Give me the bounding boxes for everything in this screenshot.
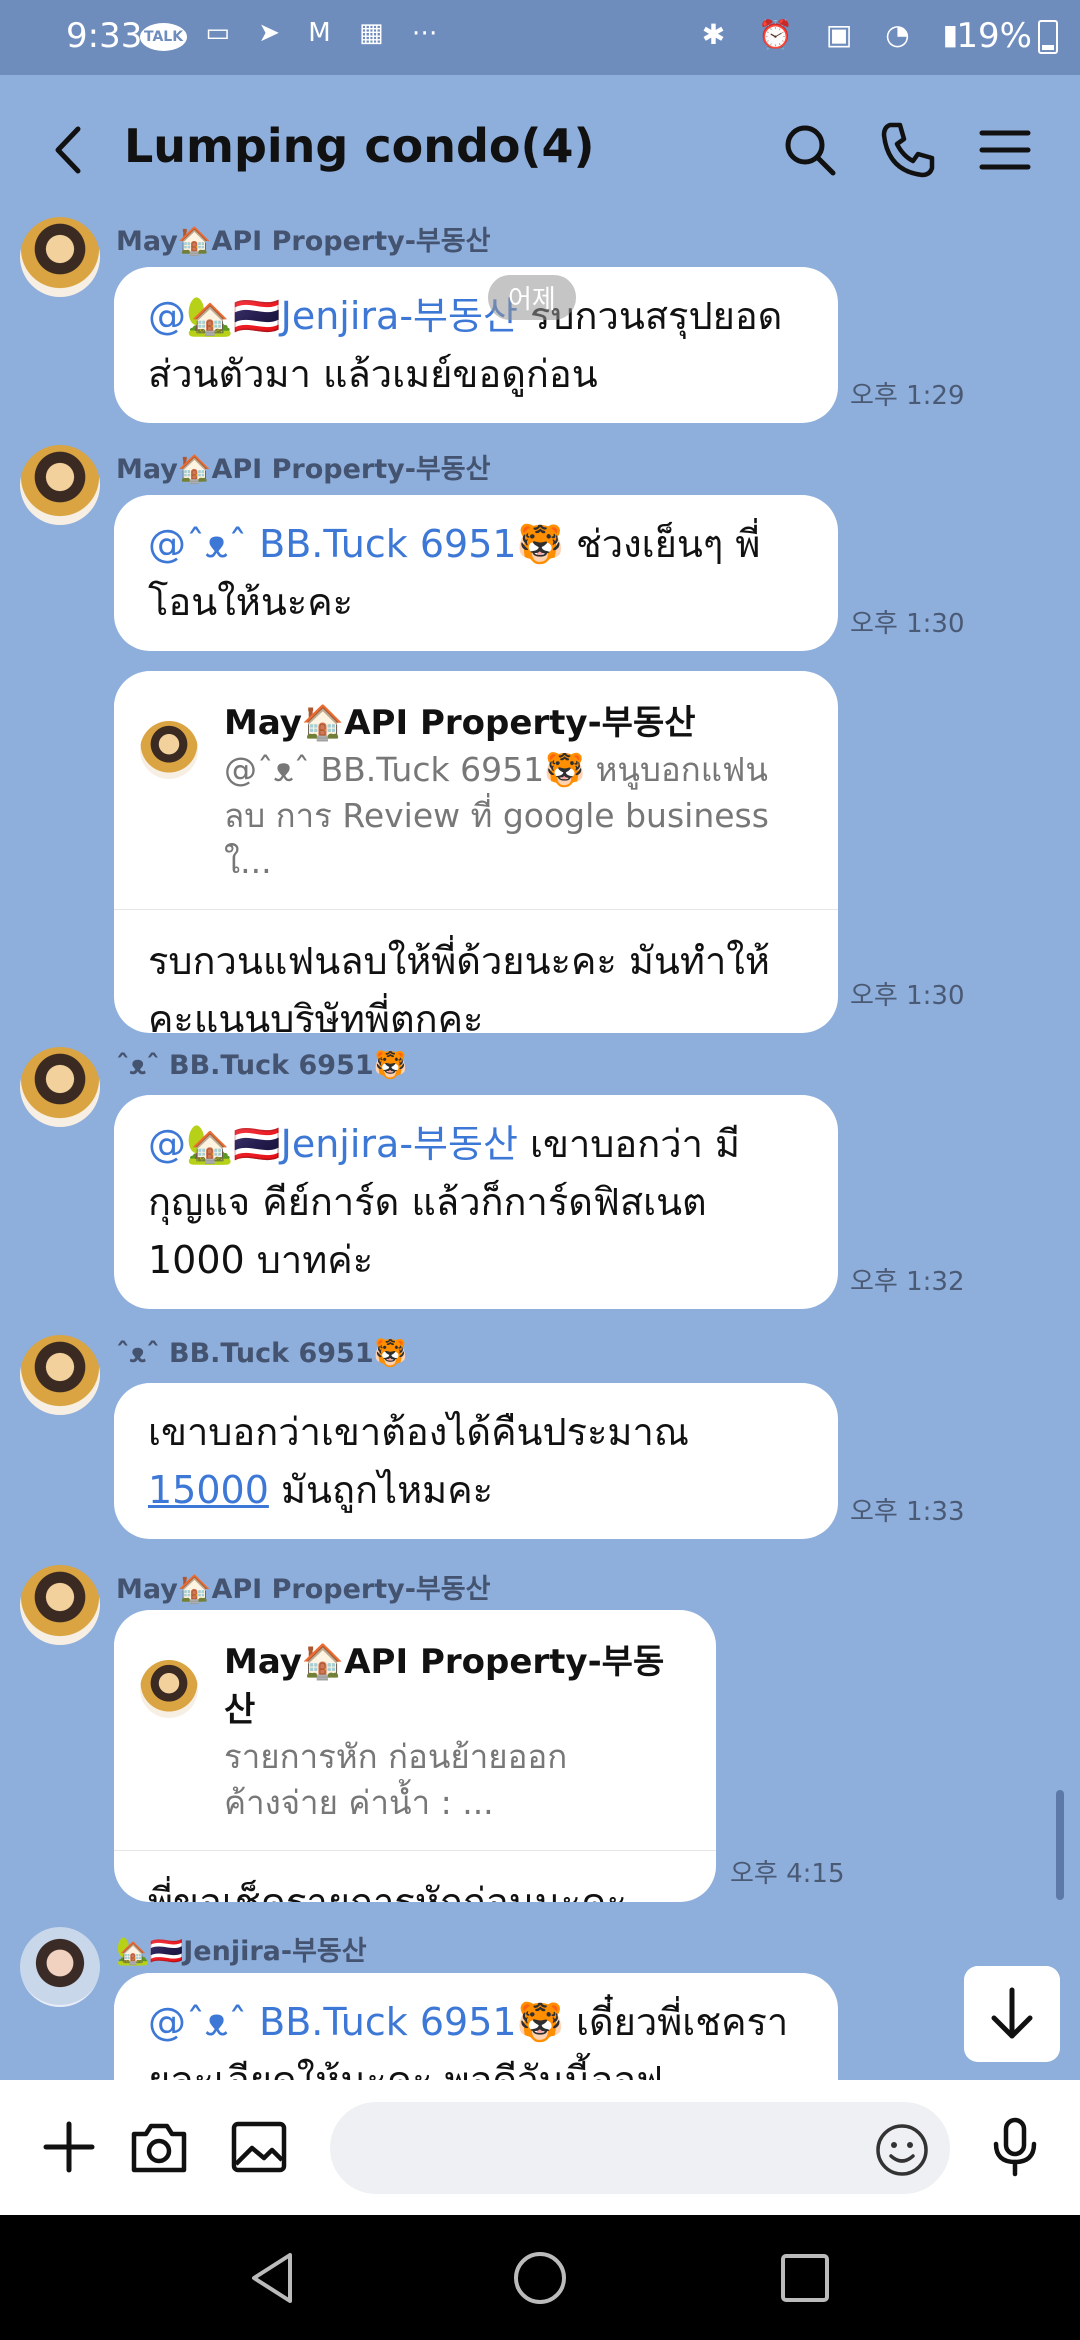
message-time: 오후 1:30 xyxy=(850,609,965,639)
phone-call-icon[interactable] xyxy=(872,115,942,185)
sender-name: May🏠API Property-부동산 xyxy=(116,1574,491,1605)
quoted-message[interactable]: May🏠API Property-부동산 รายการหัก ก่อนย้ายอ… xyxy=(114,1638,716,1851)
avatar[interactable] xyxy=(20,1565,100,1645)
quoted-text: @ˆᴥˆ BB.Tuck 6951🐯 หนูบอกแฟนลบ การ Revie… xyxy=(224,750,769,881)
quoted-text: รายการหัก ก่อนย้ายออก ค้างจ่าย ค่าน้ำ : … xyxy=(224,1737,568,1822)
reply-message-bubble[interactable]: May🏠API Property-부동산 รายการหัก ก่อนย้ายอ… xyxy=(114,1610,716,1902)
message-input-bar xyxy=(0,2080,1080,2215)
chat-title: Lumping condo(4) xyxy=(124,119,595,173)
system-icons: ✱ ⏰ ▣ ◔ ▮ xyxy=(702,18,970,51)
search-icon[interactable] xyxy=(775,115,845,185)
message-text: พี่ขอเช็ครายการหักก่อนนะคะ xyxy=(148,1880,627,1902)
temu-icon: ▦ xyxy=(358,18,394,48)
plus-icon[interactable] xyxy=(34,2112,104,2182)
battery-percent: 19% xyxy=(956,16,1032,56)
notification-icons: TALK ▭ ➤ M ▦ ⋯ xyxy=(140,18,448,51)
avatar[interactable] xyxy=(20,1927,100,2007)
message-time: 오후 1:29 xyxy=(850,381,965,411)
quoted-avatar xyxy=(140,1660,198,1718)
talk-icon: TALK xyxy=(140,23,188,51)
scrollbar-thumb[interactable] xyxy=(1056,1790,1064,1900)
avatar[interactable] xyxy=(20,1047,100,1127)
camera-icon[interactable] xyxy=(124,2112,194,2182)
avatar[interactable] xyxy=(20,217,100,297)
back-button[interactable] xyxy=(40,115,100,185)
menu-icon[interactable] xyxy=(970,115,1040,185)
message-bubble[interactable]: @🏡🇹🇭Jenjira-부동산 รบกวนสรุปยอดส่วนตัวมา แล… xyxy=(114,267,838,423)
mention[interactable]: @ˆᴥˆ BB.Tuck 6951🐯 xyxy=(148,2000,564,2044)
sender-name: 🏡🇹🇭Jenjira-부동산 xyxy=(116,1936,367,1967)
battery-icon xyxy=(1038,20,1058,54)
more-icon: ⋯ xyxy=(411,18,448,48)
mention[interactable]: @ˆᴥˆ BB.Tuck 6951🐯 xyxy=(148,522,564,566)
message-text: มันถูกไหมคะ xyxy=(268,1468,494,1512)
mention[interactable]: @🏡🇹🇭Jenjira-부동산 xyxy=(148,1122,518,1166)
sender-name: May🏠API Property-부동산 xyxy=(116,226,491,257)
gallery-icon[interactable] xyxy=(224,2112,294,2182)
quoted-message[interactable]: May🏠API Property-부동산 @ˆᴥˆ BB.Tuck 6951🐯 … xyxy=(114,699,838,910)
nav-recents-icon[interactable] xyxy=(770,2243,840,2313)
message-time: 오후 1:33 xyxy=(850,1497,965,1527)
message-bubble[interactable]: @ˆᴥˆ BB.Tuck 6951🐯 เดี๋ยวพี่เชครายละเอีย… xyxy=(114,1973,838,2080)
message-list[interactable]: May🏠API Property-부동산 @🏡🇹🇭Jenjira-부동산 รบก… xyxy=(0,215,1080,2080)
hd-icon: ▣ xyxy=(825,18,865,51)
avatar[interactable] xyxy=(20,1335,100,1415)
gmail-icon: M xyxy=(308,18,341,48)
reply-message-bubble[interactable]: May🏠API Property-부동산 @ˆᴥˆ BB.Tuck 6951🐯 … xyxy=(114,671,838,1033)
message-bubble[interactable]: @ˆᴥˆ BB.Tuck 6951🐯 ช่วงเย็นๆ พี่โอนให้นะ… xyxy=(114,495,838,651)
message-bubble[interactable]: เขาบอกว่าเขาต้องได้คืนประมาณ 15000 มันถู… xyxy=(114,1383,838,1539)
telegram-icon: ➤ xyxy=(258,18,290,48)
system-navigation-bar xyxy=(0,2215,1080,2340)
wifi-icon: ◔ xyxy=(885,18,922,51)
date-separator: 어제 xyxy=(488,275,576,320)
phone-number-link[interactable]: 15000 xyxy=(148,1468,269,1512)
status-time: 9:33 xyxy=(66,16,143,56)
bluetooth-icon: ✱ xyxy=(701,18,738,51)
mention[interactable]: @🏡🇹🇭Jenjira-부동산 xyxy=(148,294,518,338)
quoted-sender: May🏠API Property-부동산 xyxy=(224,703,696,743)
sender-name: May🏠API Property-부동산 xyxy=(116,454,491,485)
chat-header: Lumping condo(4) xyxy=(0,75,1080,225)
quoted-sender: May🏠API Property-부동산 xyxy=(224,1642,665,1730)
quoted-avatar xyxy=(140,721,198,779)
message-text: รบกวนแฟนลบให้พี่ด้วยนะคะ มันทำให้คะแนนบร… xyxy=(148,939,770,1033)
emoji-icon[interactable] xyxy=(872,2120,932,2180)
sender-name: ˆᴥˆ BB.Tuck 6951🐯 xyxy=(116,1050,408,1081)
message-input[interactable] xyxy=(330,2102,950,2194)
nav-home-icon[interactable] xyxy=(505,2243,575,2313)
nav-back-icon[interactable] xyxy=(240,2243,310,2313)
avatar[interactable] xyxy=(20,445,100,525)
message-time: 오후 4:15 xyxy=(730,1859,845,1889)
sender-name: ˆᴥˆ BB.Tuck 6951🐯 xyxy=(116,1338,408,1369)
status-bar: 9:33 TALK ▭ ➤ M ▦ ⋯ ✱ ⏰ ▣ ◔ ▮ 19% xyxy=(0,0,1080,75)
message-bubble[interactable]: @🏡🇹🇭Jenjira-부동산 เขาบอกว่า มีกุญแจ คีย์กา… xyxy=(114,1095,838,1309)
scroll-to-bottom-button[interactable] xyxy=(964,1966,1060,2062)
message-text: เขาบอกว่าเขาต้องได้คืนประมาณ xyxy=(148,1410,690,1454)
message-time: 오후 1:30 xyxy=(850,981,965,1011)
message-time: 오후 1:32 xyxy=(850,1267,965,1297)
message-icon: ▭ xyxy=(205,18,240,48)
microphone-icon[interactable] xyxy=(980,2112,1050,2182)
alarm-icon: ⏰ xyxy=(758,18,805,51)
